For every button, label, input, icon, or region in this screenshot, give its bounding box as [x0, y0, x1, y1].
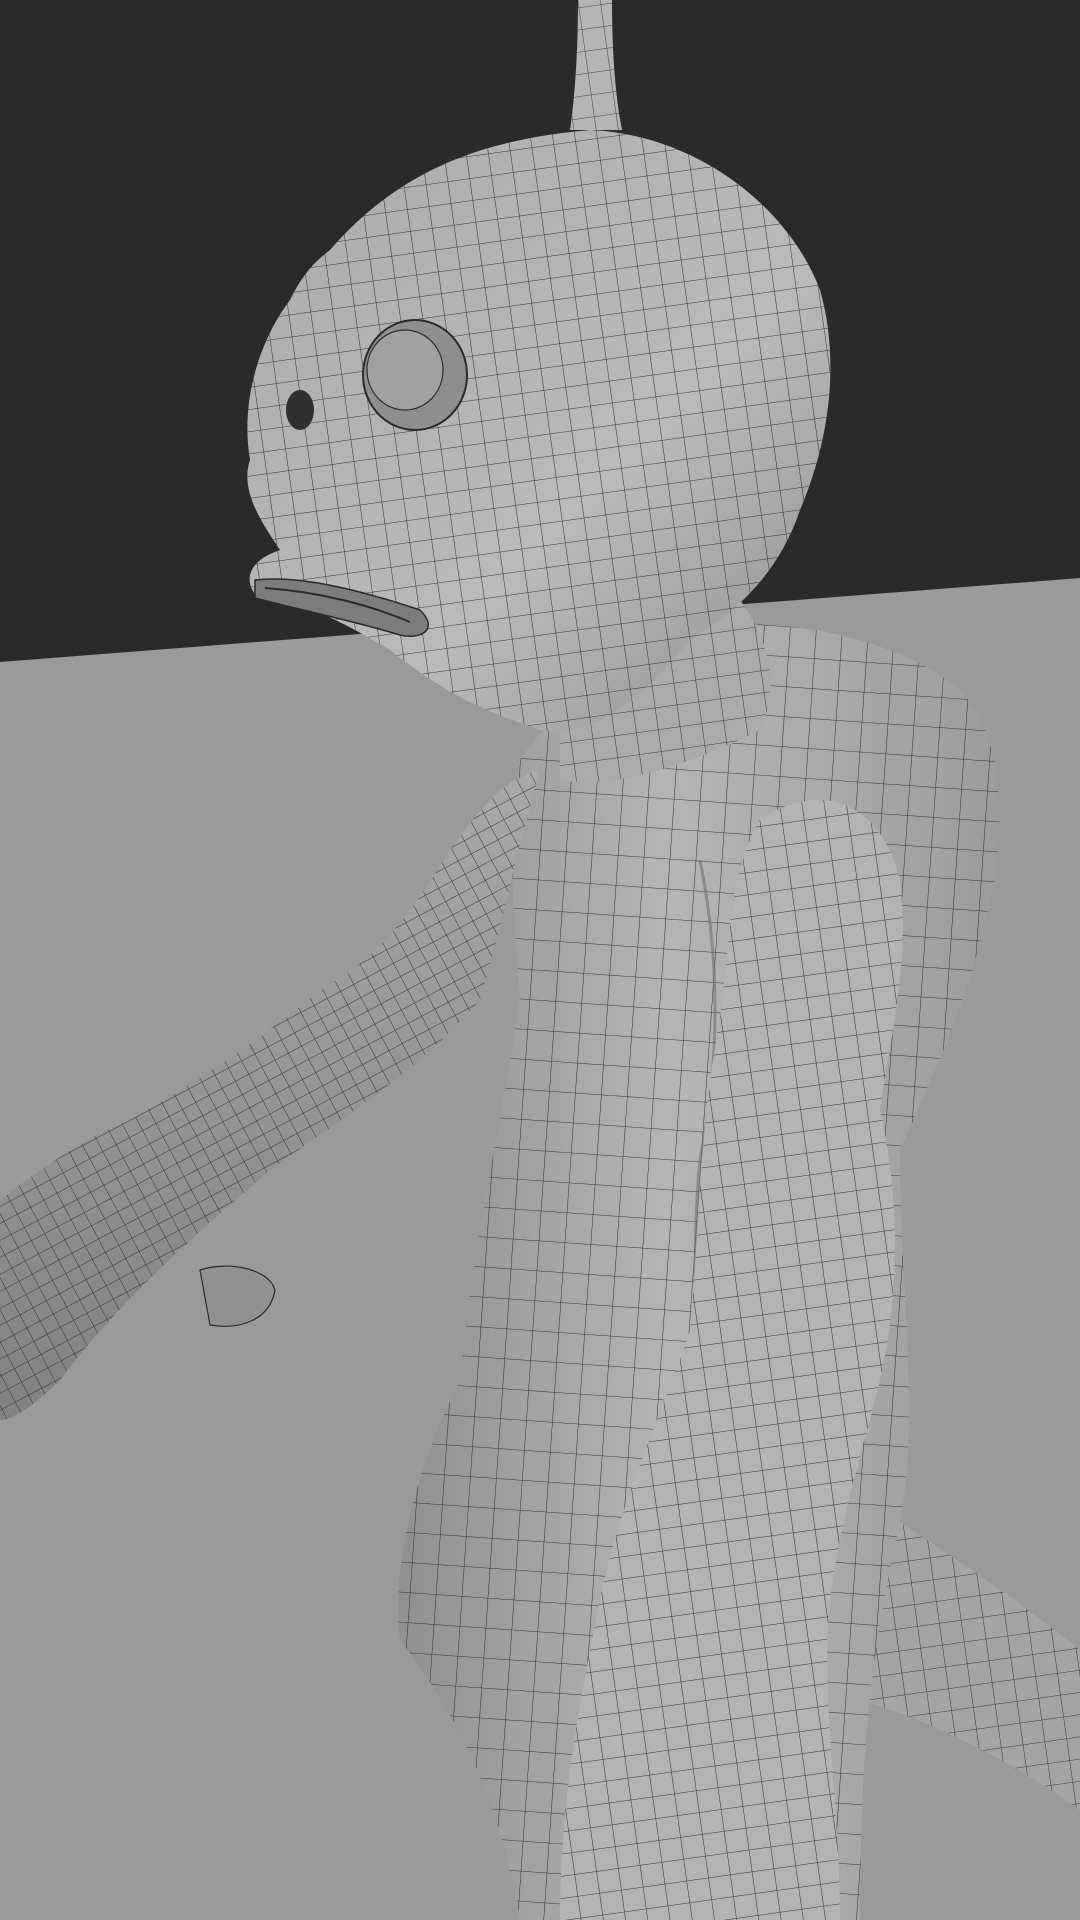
viewport-render [0, 0, 1080, 1920]
nostril [286, 390, 314, 430]
3d-viewport[interactable] [0, 0, 1080, 1920]
